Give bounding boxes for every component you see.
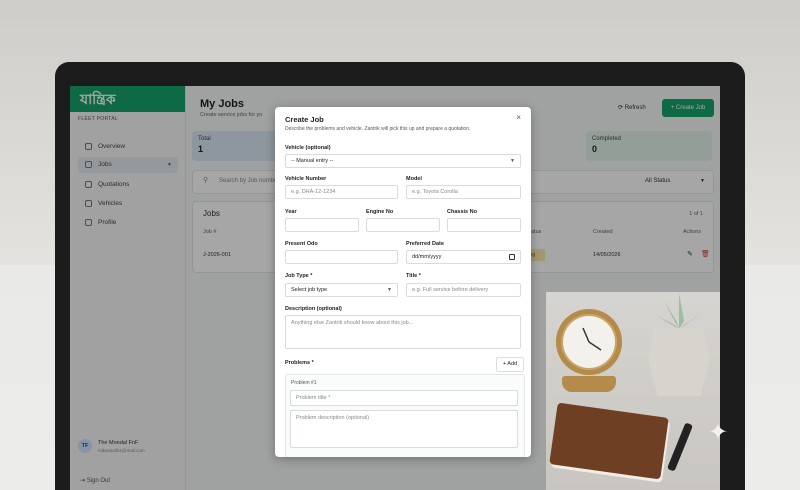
model-label: Model <box>406 176 422 182</box>
title-input[interactable]: e.g. Full service before delivery <box>406 283 521 297</box>
vehicle-number-input[interactable]: e.g. DHA-12-1234 <box>285 185 398 199</box>
vehicle-select[interactable]: -- Manual entry -- ▼ <box>285 154 521 168</box>
create-job-modal: Create Job × Describe the problems and v… <box>275 107 531 457</box>
clock-hands <box>582 327 602 351</box>
add-problem-button[interactable]: + Add <box>496 357 524 372</box>
chassis-label: Chassis No <box>447 209 477 215</box>
calendar-icon[interactable] <box>509 254 515 260</box>
vehicle-select-value: -- Manual entry -- <box>291 158 334 164</box>
date-label: Preferred Date <box>406 241 444 247</box>
odo-input[interactable] <box>285 250 398 264</box>
chevron-down-icon: ▼ <box>387 287 392 293</box>
modal-title: Create Job <box>285 115 324 124</box>
modal-description: Describe the problems and vehicle. Zantr… <box>285 126 471 132</box>
sparkle-icon: ✦ <box>708 419 729 446</box>
title-label: Title * <box>406 273 421 279</box>
problem-card: Problem #1 Problem title * Problem descr… <box>285 374 525 457</box>
engine-input[interactable] <box>366 218 440 232</box>
date-placeholder: dd/mm/yyyy <box>412 254 442 260</box>
year-label: Year <box>285 209 297 215</box>
description-textarea[interactable]: Anything else Zantrik should know about … <box>285 315 521 349</box>
job-type-label: Job Type * <box>285 273 313 279</box>
succulent-plant <box>656 293 702 329</box>
chevron-down-icon: ▼ <box>510 158 515 164</box>
clock-face <box>563 316 615 368</box>
problem-description-textarea[interactable]: Problem description (optional) <box>290 410 518 448</box>
clock-stand <box>562 376 616 392</box>
job-type-value: Select job type <box>291 287 328 293</box>
year-input[interactable] <box>285 218 359 232</box>
close-icon[interactable]: × <box>516 113 521 122</box>
vehicle-number-label: Vehicle Number <box>285 176 327 182</box>
plant-pot <box>648 328 710 396</box>
problem-card-label: Problem #1 <box>291 380 317 386</box>
problems-label: Problems * <box>285 360 314 366</box>
model-input[interactable]: e.g. Toyota Corolla <box>406 185 521 199</box>
vehicle-label: Vehicle (optional) <box>285 145 331 151</box>
chassis-input[interactable] <box>447 218 521 232</box>
description-label: Description (optional) <box>285 306 342 312</box>
preferred-date-input[interactable]: dd/mm/yyyy <box>406 250 521 264</box>
engine-label: Engine No <box>366 209 394 215</box>
job-type-select[interactable]: Select job type ▼ <box>285 283 398 297</box>
problem-title-input[interactable]: Problem title * <box>290 390 518 406</box>
odo-label: Present Odo <box>285 241 318 247</box>
